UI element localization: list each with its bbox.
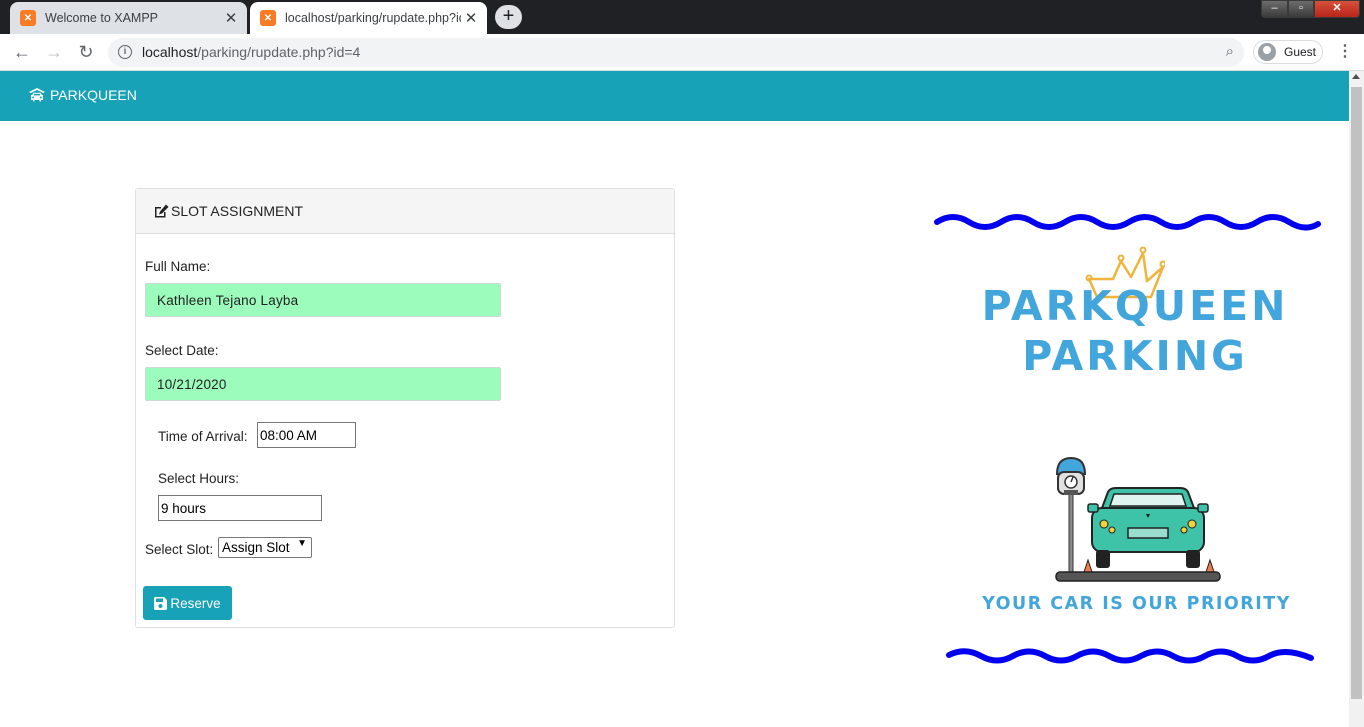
address-bar[interactable]: i localhost/parking/rupdate.php?id=4 ⌕ xyxy=(108,38,1244,67)
car-icon xyxy=(29,88,45,102)
brand-link[interactable]: PARKQUEEN xyxy=(29,87,137,103)
logo-line-2: PARKING xyxy=(1022,332,1248,380)
logo-line-1: PARKQUEEN xyxy=(981,282,1289,330)
date-input[interactable]: 10/21/2020 xyxy=(145,367,501,401)
date-label: Select Date: xyxy=(145,343,219,358)
forward-icon[interactable]: → xyxy=(42,40,66,64)
close-icon[interactable]: ✕ xyxy=(461,9,481,27)
card-title: SLOT ASSIGNMENT xyxy=(171,203,303,219)
page-scrollbar[interactable] xyxy=(1349,71,1364,727)
url-text: localhost/parking/rupdate.php?id=4 xyxy=(142,44,360,60)
edit-icon xyxy=(155,204,169,218)
reserve-label: Reserve xyxy=(170,595,221,611)
zoom-icon[interactable]: ⌕ xyxy=(1226,43,1234,60)
slot-select-value: Assign Slot xyxy=(222,540,290,555)
profile-label: Guest xyxy=(1284,45,1317,59)
tab-title: localhost/parking/rupdate.php?id=4 xyxy=(285,11,461,25)
page-viewport: PARKQUEEN SLOT ASSIGNMENT Full Name: Kat… xyxy=(0,71,1364,727)
browser-tab-xampp[interactable]: ✕ Welcome to XAMPP ✕ xyxy=(10,2,247,34)
close-icon[interactable]: ✕ xyxy=(221,9,241,27)
avatar-icon xyxy=(1258,43,1276,61)
minimize-button[interactable]: – xyxy=(1261,0,1288,18)
arrival-label: Time of Arrival: xyxy=(158,429,248,444)
top-navbar: PARKQUEEN xyxy=(0,71,1349,121)
scroll-thumb[interactable] xyxy=(1351,87,1362,699)
window-close-button[interactable]: ✕ xyxy=(1314,0,1360,18)
full-name-label: Full Name: xyxy=(145,259,211,274)
browser-tab-rupdate[interactable]: ✕ localhost/parking/rupdate.php?id=4 ✕ xyxy=(250,2,487,34)
arrival-time-input[interactable]: 08:00 AM xyxy=(257,422,356,448)
url-path: /parking/rupdate.php?id=4 xyxy=(197,44,361,60)
card-header: SLOT ASSIGNMENT xyxy=(136,189,674,234)
xampp-icon: ✕ xyxy=(20,10,36,26)
browser-tab-strip: ✕ Welcome to XAMPP ✕ ✕ localhost/parking… xyxy=(0,0,1364,34)
maximize-button[interactable]: ▫ xyxy=(1288,0,1314,18)
browser-toolbar: ← → ↻ i localhost/parking/rupdate.php?id… xyxy=(0,34,1364,71)
slot-assignment-card: SLOT ASSIGNMENT Full Name: Kathleen Teja… xyxy=(135,188,675,628)
scroll-up-arrow[interactable] xyxy=(1352,74,1360,79)
slot-label: Select Slot: xyxy=(145,542,214,557)
hours-input[interactable]: 9 hours xyxy=(158,495,322,521)
profile-button[interactable]: Guest xyxy=(1253,40,1323,64)
wave-top xyxy=(934,214,1321,231)
save-icon xyxy=(154,596,168,610)
chevron-down-icon: ▼ xyxy=(297,538,307,549)
new-tab-button[interactable]: + xyxy=(495,5,522,29)
slot-select[interactable]: Assign Slot ▼ xyxy=(218,537,312,558)
logo-tagline: YOUR CAR IS OUR PRIORITY xyxy=(982,594,1291,614)
wave-bottom xyxy=(946,648,1314,664)
hours-label: Select Hours: xyxy=(158,471,240,486)
xampp-icon: ✕ xyxy=(260,10,276,26)
reserve-button[interactable]: Reserve xyxy=(143,586,232,620)
parked-car-illustration xyxy=(1055,456,1221,582)
parkqueen-logo: PARKQUEEN PARKING YOUR CAR IS OUR PRIORI… xyxy=(930,206,1325,676)
tab-title: Welcome to XAMPP xyxy=(45,11,159,25)
info-icon[interactable]: i xyxy=(118,45,132,59)
brand-text: PARKQUEEN xyxy=(50,87,137,103)
menu-icon[interactable]: ⋮ xyxy=(1337,40,1353,64)
back-icon[interactable]: ← xyxy=(10,40,34,64)
url-host: localhost xyxy=(142,44,198,60)
full-name-input[interactable]: Kathleen Tejano Layba xyxy=(145,283,501,317)
reload-icon[interactable]: ↻ xyxy=(74,40,98,64)
